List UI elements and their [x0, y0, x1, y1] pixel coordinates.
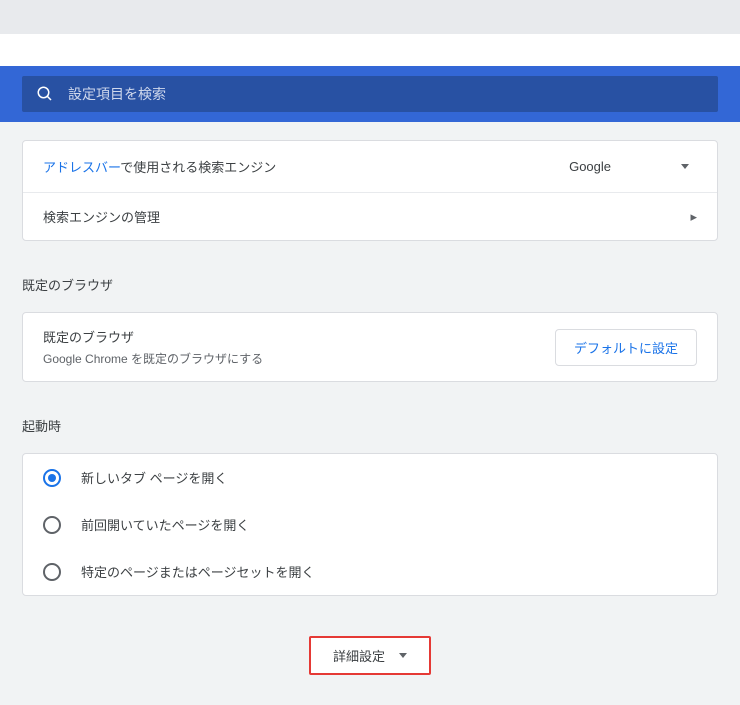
default-browser-card: 既定のブラウザ Google Chrome を既定のブラウザにする デフォルトに…: [22, 312, 718, 382]
default-browser-row-title: 既定のブラウザ: [43, 327, 263, 346]
search-engine-card: アドレスバーで使用される検索エンジン Google 検索エンジンの管理 ▸: [22, 140, 718, 241]
default-browser-row-sub: Google Chrome を既定のブラウザにする: [43, 350, 263, 367]
startup-title: 起動時: [22, 416, 718, 435]
address-bar-suffix: で使用される検索エンジン: [120, 160, 276, 175]
radio-icon: [43, 469, 61, 487]
radio-icon: [43, 516, 61, 534]
advanced-settings-label: 詳細設定: [333, 646, 385, 665]
search-placeholder: 設定項目を検索: [68, 84, 166, 104]
startup-option-2[interactable]: 特定のページまたはページセットを開く: [23, 548, 717, 595]
search-bar-container: 設定項目を検索: [0, 66, 740, 122]
startup-option-1[interactable]: 前回開いていたページを開く: [23, 501, 717, 548]
startup-option-0[interactable]: 新しいタブ ページを開く: [23, 454, 717, 501]
startup-option-label: 特定のページまたはページセットを開く: [81, 562, 314, 581]
manage-engines-label: 検索エンジンの管理: [43, 207, 160, 226]
manage-engines-row[interactable]: 検索エンジンの管理 ▸: [23, 193, 717, 240]
chevron-right-icon: ▸: [690, 209, 697, 225]
advanced-settings-button[interactable]: 詳細設定: [309, 636, 431, 675]
top-spacer: [0, 0, 740, 34]
radio-icon: [43, 563, 61, 581]
set-default-button[interactable]: デフォルトに設定: [555, 329, 697, 366]
chevron-down-icon: [399, 653, 407, 658]
search-input[interactable]: 設定項目を検索: [22, 76, 718, 112]
advanced-settings-container: 詳細設定: [0, 636, 740, 675]
default-browser-text: 既定のブラウザ Google Chrome を既定のブラウザにする: [43, 327, 263, 367]
address-bar-link[interactable]: アドレスバー: [43, 160, 120, 175]
startup-option-label: 前回開いていたページを開く: [81, 515, 249, 534]
default-browser-row: 既定のブラウザ Google Chrome を既定のブラウザにする デフォルトに…: [23, 313, 717, 381]
engine-selected: Google: [569, 159, 611, 174]
address-bar-engine-row: アドレスバーで使用される検索エンジン Google: [23, 141, 717, 193]
chevron-down-icon: [681, 164, 689, 169]
search-icon: [36, 85, 54, 103]
startup-option-label: 新しいタブ ページを開く: [81, 468, 227, 487]
default-browser-title: 既定のブラウザ: [22, 275, 718, 294]
engine-dropdown[interactable]: Google: [561, 155, 697, 178]
mid-spacer: [0, 34, 740, 66]
content-area: アドレスバーで使用される検索エンジン Google 検索エンジンの管理 ▸ 既定…: [0, 140, 740, 675]
address-bar-engine-label: アドレスバーで使用される検索エンジン: [43, 157, 276, 176]
startup-card: 新しいタブ ページを開く 前回開いていたページを開く 特定のページまたはページセ…: [22, 453, 718, 596]
